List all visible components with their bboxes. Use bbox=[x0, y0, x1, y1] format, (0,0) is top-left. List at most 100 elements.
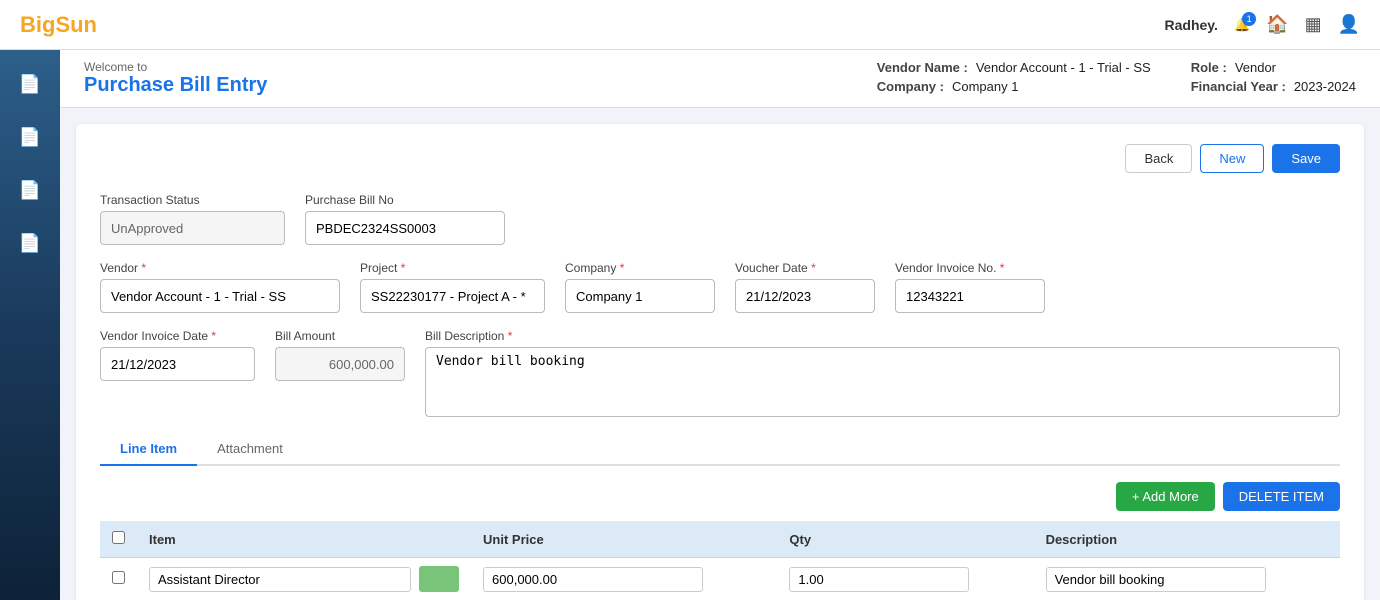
row-color-box-0 bbox=[419, 566, 459, 592]
sidebar-item-3[interactable]: 📄 bbox=[11, 172, 49, 209]
new-button[interactable]: New bbox=[1200, 144, 1264, 173]
brand-logo[interactable]: BigSun bbox=[20, 12, 97, 38]
line-items-tbody bbox=[100, 558, 1340, 600]
form-row-3: Vendor Invoice Date * Bill Amount Bill D… bbox=[100, 329, 1340, 417]
form-row-1: Transaction Status Purchase Bill No bbox=[100, 193, 1340, 245]
layout: 📄 📄 📄 📄 Welcome to Purchase Bill Entry V… bbox=[0, 50, 1380, 600]
sidebar: 📄 📄 📄 📄 bbox=[0, 50, 60, 600]
header-unit-price: Unit Price bbox=[471, 521, 777, 558]
row-item-input-0[interactable] bbox=[149, 567, 411, 592]
project-input[interactable] bbox=[360, 279, 545, 313]
row-checkbox-0[interactable] bbox=[112, 571, 125, 584]
voucher-date-group: Voucher Date * bbox=[735, 261, 875, 313]
vendor-label: Vendor * bbox=[100, 261, 340, 275]
financial-year-row: Financial Year : 2023-2024 bbox=[1191, 79, 1356, 94]
row-qty-input-0[interactable] bbox=[789, 567, 969, 592]
bill-amount-input[interactable] bbox=[275, 347, 405, 381]
vendor-name-label: Vendor Name : bbox=[877, 60, 968, 75]
user-icon[interactable]: 👤 bbox=[1338, 14, 1360, 35]
home-icon[interactable]: 🏠 bbox=[1266, 14, 1288, 35]
header-item: Item bbox=[137, 521, 471, 558]
transaction-status-group: Transaction Status bbox=[100, 193, 285, 245]
transaction-status-input[interactable] bbox=[100, 211, 285, 245]
table-toolbar: + Add More DELETE ITEM bbox=[100, 482, 1340, 511]
row-description-input-0[interactable] bbox=[1046, 567, 1266, 592]
vendor-invoice-date-label: Vendor Invoice Date * bbox=[100, 329, 255, 343]
vendor-invoice-no-label: Vendor Invoice No. * bbox=[895, 261, 1045, 275]
navbar: BigSun Radhey. 🔔 1 🏠 ▦ 👤 bbox=[0, 0, 1380, 50]
row-checkbox-cell bbox=[100, 558, 137, 600]
table-header-row: Item Unit Price Qty Description bbox=[100, 521, 1340, 558]
save-button[interactable]: Save bbox=[1272, 144, 1340, 173]
header-checkbox-col bbox=[100, 521, 137, 558]
vendor-info-group: Vendor Name : Vendor Account - 1 - Trial… bbox=[877, 60, 1151, 94]
vendor-invoice-no-group: Vendor Invoice No. * bbox=[895, 261, 1045, 313]
bill-amount-group: Bill Amount bbox=[275, 329, 405, 381]
header-bar: Welcome to Purchase Bill Entry Vendor Na… bbox=[60, 50, 1380, 108]
vendor-invoice-date-group: Vendor Invoice Date * bbox=[100, 329, 255, 381]
purchase-bill-no-input[interactable] bbox=[305, 211, 505, 245]
transaction-status-label: Transaction Status bbox=[100, 193, 285, 207]
form-toolbar: Back New Save bbox=[100, 144, 1340, 173]
bill-description-input[interactable] bbox=[425, 347, 1340, 417]
sidebar-item-4[interactable]: 📄 bbox=[11, 225, 49, 262]
notification-badge: 1 bbox=[1242, 12, 1256, 26]
sidebar-item-2[interactable]: 📄 bbox=[11, 119, 49, 156]
row-description-cell bbox=[1034, 558, 1340, 600]
grid-icon[interactable]: ▦ bbox=[1305, 14, 1322, 35]
delete-item-button[interactable]: DELETE ITEM bbox=[1223, 482, 1340, 511]
company-form-label: Company * bbox=[565, 261, 715, 275]
purchase-bill-no-label: Purchase Bill No bbox=[305, 193, 505, 207]
header-description: Description bbox=[1034, 521, 1340, 558]
select-all-checkbox[interactable] bbox=[112, 531, 125, 544]
header-left: Welcome to Purchase Bill Entry bbox=[84, 60, 267, 97]
page-title: Purchase Bill Entry bbox=[84, 74, 267, 97]
bill-amount-label: Bill Amount bbox=[275, 329, 405, 343]
row-unit-price-input-0[interactable] bbox=[483, 567, 703, 592]
header-meta: Vendor Name : Vendor Account - 1 - Trial… bbox=[877, 60, 1356, 94]
header-qty: Qty bbox=[777, 521, 1033, 558]
line-items-table-wrapper: Item Unit Price Qty Description bbox=[100, 521, 1340, 600]
content-area: Back New Save Transaction Status Purchas… bbox=[76, 124, 1364, 600]
purchase-bill-no-group: Purchase Bill No bbox=[305, 193, 505, 245]
financial-year-label: Financial Year : bbox=[1191, 79, 1286, 94]
company-label: Company : bbox=[877, 79, 944, 94]
project-group: Project * bbox=[360, 261, 545, 313]
notification-bell[interactable]: 🔔 1 bbox=[1234, 17, 1250, 33]
brand-name: BigSun bbox=[20, 12, 97, 37]
company-row: Company : Company 1 bbox=[877, 79, 1151, 94]
bill-description-group: Bill Description * bbox=[425, 329, 1340, 417]
role-value: Vendor bbox=[1235, 60, 1276, 75]
voucher-date-input[interactable] bbox=[735, 279, 875, 313]
vendor-invoice-date-input[interactable] bbox=[100, 347, 255, 381]
form-row-2: Vendor * Project * Company * bbox=[100, 261, 1340, 313]
welcome-text: Welcome to bbox=[84, 60, 267, 74]
vendor-input[interactable] bbox=[100, 279, 340, 313]
financial-year-value: 2023-2024 bbox=[1294, 79, 1356, 94]
row-qty-cell bbox=[777, 558, 1033, 600]
tab-attachment[interactable]: Attachment bbox=[197, 433, 303, 466]
tabs: Line Item Attachment bbox=[100, 433, 1340, 466]
company-value: Company 1 bbox=[952, 79, 1018, 94]
role-row: Role : Vendor bbox=[1191, 60, 1356, 75]
navbar-username: Radhey. bbox=[1165, 17, 1218, 33]
company-form-input[interactable] bbox=[565, 279, 715, 313]
company-form-group: Company * bbox=[565, 261, 715, 313]
vendor-invoice-no-input[interactable] bbox=[895, 279, 1045, 313]
bill-description-label: Bill Description * bbox=[425, 329, 1340, 343]
table-row bbox=[100, 558, 1340, 600]
line-items-table: Item Unit Price Qty Description bbox=[100, 521, 1340, 600]
add-more-button[interactable]: + Add More bbox=[1116, 482, 1215, 511]
sidebar-item-1[interactable]: 📄 bbox=[11, 66, 49, 103]
main-content: Welcome to Purchase Bill Entry Vendor Na… bbox=[60, 50, 1380, 600]
project-label: Project * bbox=[360, 261, 545, 275]
row-unit-price-cell bbox=[471, 558, 777, 600]
role-info-group: Role : Vendor Financial Year : 2023-2024 bbox=[1191, 60, 1356, 94]
tab-line-item[interactable]: Line Item bbox=[100, 433, 197, 466]
back-button[interactable]: Back bbox=[1125, 144, 1192, 173]
vendor-name-value: Vendor Account - 1 - Trial - SS bbox=[976, 60, 1151, 75]
navbar-right: Radhey. 🔔 1 🏠 ▦ 👤 bbox=[1165, 14, 1360, 35]
vendor-group: Vendor * bbox=[100, 261, 340, 313]
row-item-cell bbox=[137, 558, 471, 600]
role-label: Role : bbox=[1191, 60, 1227, 75]
